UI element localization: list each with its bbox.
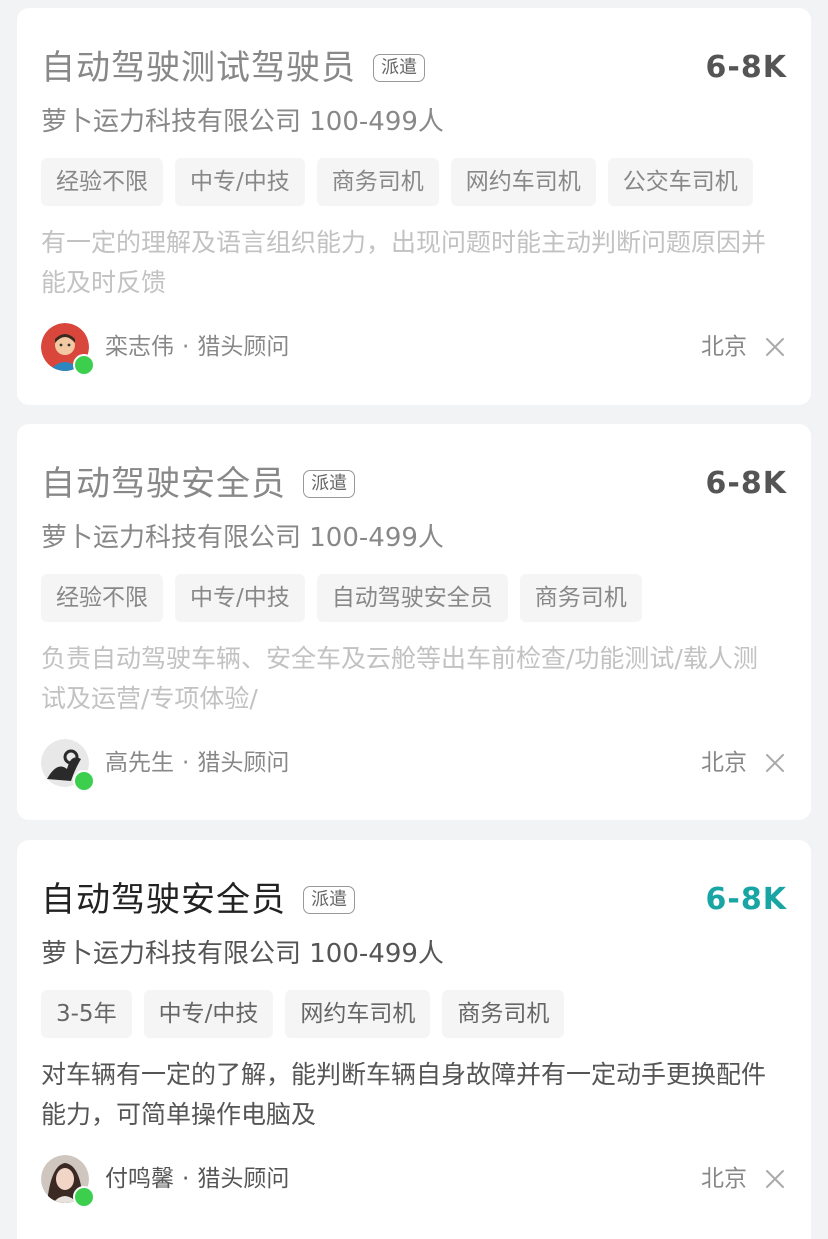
- tag: 商务司机: [442, 990, 565, 1038]
- recruiter-name: 付鸣馨: [105, 1166, 174, 1192]
- job-title: 自动驾驶测试驾驶员: [41, 48, 356, 88]
- tag: 网约车司机: [450, 158, 596, 206]
- tag-list: 经验不限 中专/中技 商务司机 网约车司机 公交车司机: [41, 158, 787, 206]
- separator-dot: ·: [182, 1166, 190, 1192]
- tag: 经验不限: [41, 574, 163, 622]
- online-status-dot: [73, 354, 95, 376]
- job-card[interactable]: 自动驾驶测试驾驶员 派遣 6-8K 萝卜运力科技有限公司 100-499人 经验…: [17, 8, 811, 405]
- dispatch-badge: 派遣: [303, 470, 356, 498]
- card-footer: 栾志伟 · 猎头顾问 北京: [41, 321, 787, 376]
- job-card[interactable]: 自动驾驶安全员 派遣 6-8K 萝卜运力科技有限公司 100-499人 经验不限…: [17, 424, 811, 820]
- salary: 6-8K: [705, 882, 787, 917]
- close-icon[interactable]: [763, 335, 787, 359]
- tag: 商务司机: [316, 158, 439, 206]
- job-card[interactable]: 自动驾驶安全员 派遣 6-8K 萝卜运力科技有限公司 100-499人 3-5年…: [17, 840, 811, 1239]
- dispatch-badge: 派遣: [303, 886, 356, 914]
- card-footer: 高先生 · 猎头顾问 北京: [41, 737, 787, 792]
- job-description: 有一定的理解及语言组织能力，出现问题时能主动判断问题原因并能及时反馈: [41, 228, 767, 297]
- tag: 商务司机: [519, 574, 642, 622]
- recruiter-info: 付鸣馨 · 猎头顾问: [105, 1162, 289, 1196]
- job-city: 北京: [701, 750, 747, 776]
- separator-dot: ·: [182, 750, 190, 776]
- job-title-row: 自动驾驶安全员 派遣 6-8K: [41, 878, 787, 922]
- recruiter-avatar[interactable]: [41, 1155, 95, 1208]
- recruiter-info: 栾志伟 · 猎头顾问: [105, 330, 289, 364]
- online-status-dot: [73, 1186, 95, 1208]
- tag: 公交车司机: [607, 158, 753, 206]
- salary: 6-8K: [705, 50, 787, 85]
- recruiter-name: 高先生: [105, 750, 174, 776]
- job-city: 北京: [701, 1166, 747, 1192]
- tag: 网约车司机: [285, 990, 431, 1038]
- recruiter-info: 高先生 · 猎头顾问: [105, 746, 289, 780]
- company-info: 萝卜运力科技有限公司 100-499人: [41, 939, 444, 969]
- job-title-row: 自动驾驶安全员 派遣 6-8K: [41, 462, 787, 506]
- tag: 中专/中技: [175, 574, 305, 622]
- separator-dot: ·: [182, 334, 190, 360]
- recruiter-role: 猎头顾问: [197, 1166, 290, 1192]
- tag: 自动驾驶安全员: [316, 574, 508, 622]
- tag-list: 经验不限 中专/中技 自动驾驶安全员 商务司机: [41, 574, 787, 622]
- dispatch-badge: 派遣: [373, 54, 426, 82]
- tag: 经验不限: [41, 158, 163, 206]
- salary: 6-8K: [705, 466, 787, 501]
- job-city: 北京: [701, 334, 747, 360]
- close-icon[interactable]: [763, 751, 787, 775]
- job-description: 负责自动驾驶车辆、安全车及云舱等出车前检查/功能测试/载人测试及运营/专项体验/: [41, 644, 758, 713]
- job-description: 对车辆有一定的了解，能判断车辆自身故障并有一定动手更换配件能力，可简单操作电脑及: [41, 1060, 767, 1129]
- recruiter-avatar[interactable]: [41, 739, 95, 792]
- job-title: 自动驾驶安全员: [41, 464, 286, 504]
- close-icon[interactable]: [763, 1167, 787, 1191]
- tag: 3-5年: [41, 990, 132, 1038]
- recruiter-role: 猎头顾问: [197, 750, 290, 776]
- online-status-dot: [73, 770, 95, 792]
- job-title-row: 自动驾驶测试驾驶员 派遣 6-8K: [41, 46, 787, 90]
- card-footer: 付鸣馨 · 猎头顾问 北京: [41, 1153, 787, 1208]
- tag: 中专/中技: [175, 158, 305, 206]
- recruiter-avatar[interactable]: [41, 323, 95, 376]
- company-info: 萝卜运力科技有限公司 100-499人: [41, 523, 444, 553]
- tag: 中专/中技: [143, 990, 274, 1038]
- tag-list: 3-5年 中专/中技 网约车司机 商务司机: [41, 990, 787, 1038]
- recruiter-name: 栾志伟: [105, 334, 174, 360]
- job-title: 自动驾驶安全员: [41, 880, 286, 920]
- recruiter-role: 猎头顾问: [197, 334, 290, 360]
- company-info: 萝卜运力科技有限公司 100-499人: [41, 107, 444, 137]
